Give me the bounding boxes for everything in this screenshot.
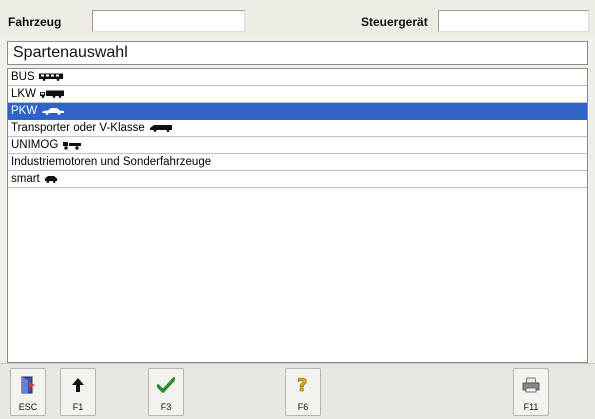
list-item[interactable]: smart	[8, 171, 587, 188]
list-item-label: Industriemotoren und Sonderfahrzeuge	[11, 156, 212, 168]
list-item[interactable]: UNIMOG	[8, 137, 587, 154]
van-icon	[149, 124, 173, 132]
f6-button[interactable]: ? F6	[285, 368, 321, 416]
f3-button[interactable]: F3	[148, 368, 184, 416]
vehicle-label: Fahrzeug	[8, 15, 62, 29]
car-icon	[41, 107, 65, 115]
up-arrow-icon	[68, 374, 88, 396]
smart-car-icon	[44, 175, 58, 183]
list-item-label: smart	[11, 173, 40, 185]
list-item-label: UNIMOG	[11, 139, 59, 151]
f1-button[interactable]: F1	[60, 368, 96, 416]
esc-key-label: ESC	[18, 402, 38, 412]
bus-icon	[38, 73, 63, 81]
list-item-label: LKW	[11, 88, 36, 100]
control-unit-label: Steuergerät	[361, 15, 428, 29]
list-item-label: PKW	[11, 105, 38, 117]
printer-icon	[521, 374, 541, 396]
list-item[interactable]: LKW	[8, 86, 587, 103]
list-item[interactable]: Industriemotoren und Sonderfahrzeuge	[8, 154, 587, 171]
help-question-icon: ?	[293, 374, 313, 396]
svg-text:?: ?	[297, 375, 307, 396]
esc-button[interactable]: ESC	[10, 368, 46, 416]
f1-key-label: F1	[72, 402, 84, 412]
f11-key-label: F11	[523, 402, 539, 412]
exit-door-icon	[18, 374, 38, 396]
vehicle-field[interactable]	[92, 10, 245, 32]
f3-key-label: F3	[160, 402, 172, 412]
unimog-icon	[62, 141, 82, 150]
truck-icon	[39, 90, 64, 98]
checkmark-icon	[156, 374, 176, 396]
control-unit-field[interactable]	[438, 10, 589, 32]
list-item-label: BUS	[11, 71, 35, 83]
f11-button[interactable]: F11	[513, 368, 549, 416]
list-item[interactable]: BUS	[8, 69, 587, 86]
division-list[interactable]: BUS LKW PKW Transporter oder V-Klasse UNIMOG…	[7, 68, 588, 363]
division-list-rows: BUS LKW PKW Transporter oder V-Klasse UNIMOG…	[8, 69, 587, 188]
list-item[interactable]: Transporter oder V-Klasse	[8, 120, 587, 137]
list-item-label: Transporter oder V-Klasse	[11, 122, 145, 134]
section-title: Spartenauswahl	[7, 41, 588, 65]
function-key-bar: ESC F1 F3 ? F6 F11	[0, 363, 595, 419]
list-item[interactable]: PKW	[8, 103, 587, 120]
header-bar: Fahrzeug Steuergerät	[0, 0, 595, 39]
f6-key-label: F6	[297, 402, 309, 412]
